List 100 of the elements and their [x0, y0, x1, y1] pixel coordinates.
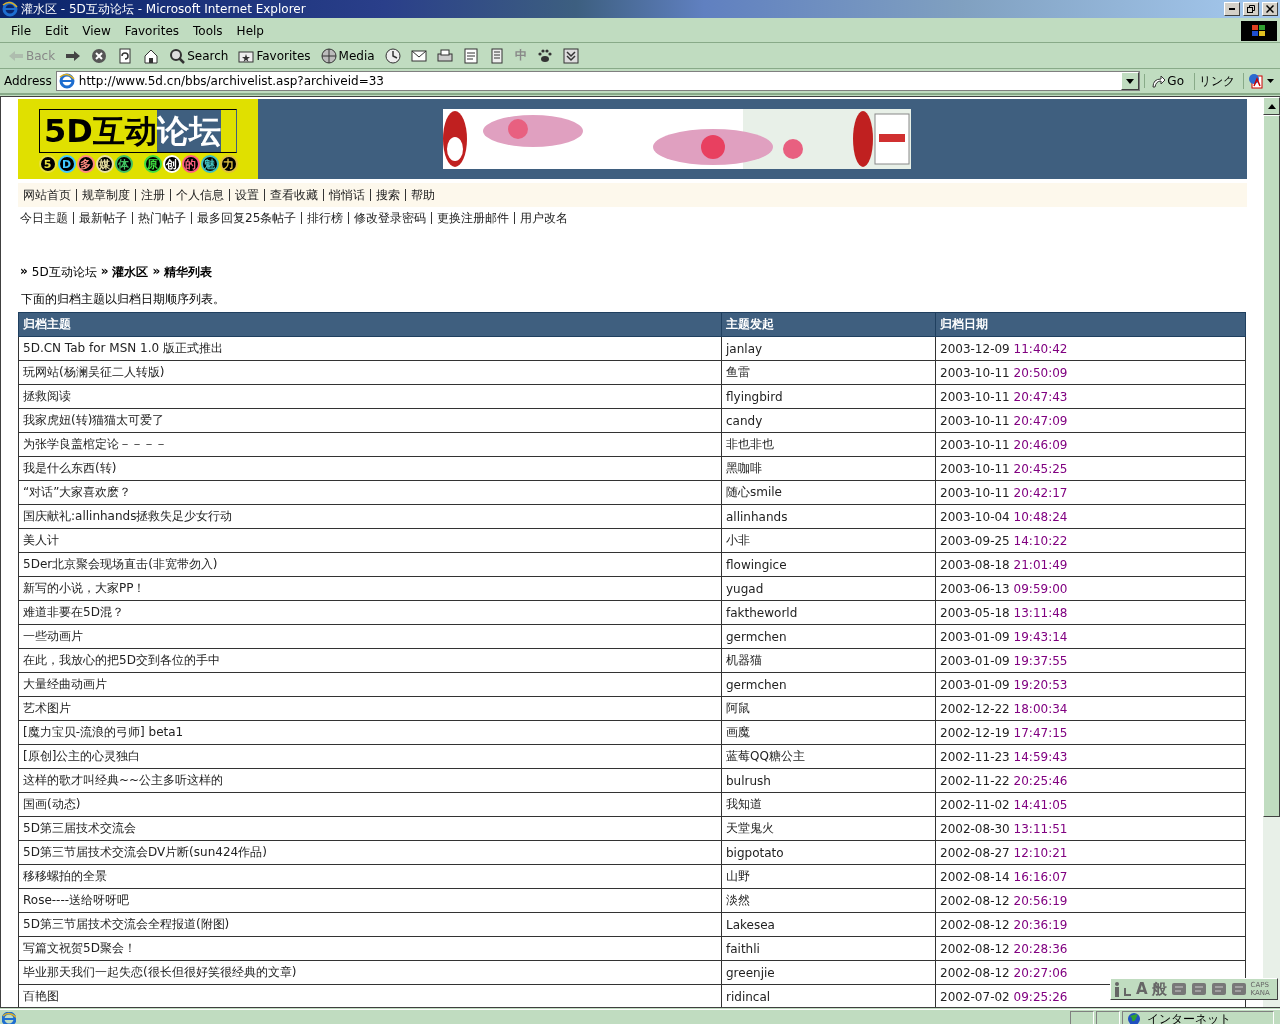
nav-link[interactable]: 个人信息: [170, 189, 229, 201]
author-link[interactable]: 画魔: [721, 720, 936, 745]
author-link[interactable]: faktheworld: [721, 600, 936, 625]
author-link[interactable]: 天堂鬼火: [721, 816, 936, 841]
tool-icon[interactable]: [1190, 981, 1207, 997]
breadcrumb-link[interactable]: 灌水区: [112, 264, 149, 281]
author-link[interactable]: candy: [721, 408, 936, 433]
author-link[interactable]: germchen: [721, 672, 936, 697]
topic-link[interactable]: 一些动画片: [18, 624, 722, 649]
author-link[interactable]: flyingbird: [721, 384, 936, 409]
menu-item[interactable]: View: [75, 24, 118, 38]
author-link[interactable]: 鱼雷: [721, 360, 936, 385]
topic-link[interactable]: 5D.CN Tab for MSN 1.0 版正式推出: [18, 336, 722, 361]
topic-link[interactable]: 毕业那天我们一起失恋(很长但很好笑很经典的文章): [18, 960, 722, 985]
go-button[interactable]: Go: [1144, 74, 1190, 88]
author-link[interactable]: 随心smile: [721, 480, 936, 505]
topic-link[interactable]: 百艳图: [18, 984, 722, 1007]
nav-link[interactable]: 排行榜: [301, 212, 349, 224]
menu-item[interactable]: Tools: [186, 24, 230, 38]
topic-link[interactable]: “对话”大家喜欢麽？: [18, 480, 722, 505]
topic-link[interactable]: 新写的小说，大家PP！: [18, 576, 722, 601]
author-link[interactable]: 小非: [721, 528, 936, 553]
author-link[interactable]: allinhands: [721, 504, 936, 529]
author-link[interactable]: flowingice: [721, 552, 936, 577]
author-link[interactable]: germchen: [721, 624, 936, 649]
nav-link[interactable]: 最多回复25条帖子: [191, 212, 302, 224]
topic-link[interactable]: 这样的歌才叫经典~~公主多听这样的: [18, 768, 722, 793]
author-link[interactable]: greenjie: [721, 960, 936, 985]
topic-link[interactable]: 艺术图片: [18, 696, 722, 721]
nav-link[interactable]: 更换注册邮件: [431, 212, 515, 224]
nav-link[interactable]: 规章制度: [76, 189, 135, 201]
author-link[interactable]: 黑咖啡: [721, 456, 936, 481]
breadcrumb-link[interactable]: 5D互动论坛: [31, 264, 97, 281]
search-button[interactable]: Search: [167, 47, 231, 64]
topic-link[interactable]: 美人计: [18, 528, 722, 553]
menu-item[interactable]: File: [4, 24, 39, 38]
author-link[interactable]: 淡然: [721, 888, 936, 913]
author-link[interactable]: 蓝莓QQ糖公主: [721, 744, 936, 769]
topic-link[interactable]: 5D第三节届技术交流会全程报道(附图): [18, 912, 722, 937]
nav-link[interactable]: 热门帖子: [132, 212, 191, 224]
topic-link[interactable]: 国庆献礼:allinhands拯救失足少女行动: [18, 504, 722, 529]
topic-link[interactable]: Rose----送给呀呀吧: [18, 888, 722, 913]
up-arrow-icon[interactable]: [1267, 103, 1276, 109]
minimize-button[interactable]: [1224, 2, 1240, 16]
nav-link[interactable]: 修改登录密码: [348, 212, 432, 224]
author-link[interactable]: 阿鼠: [721, 696, 936, 721]
links-button[interactable]: リンク: [1194, 72, 1239, 90]
nav-link[interactable]: 设置: [229, 189, 264, 201]
mail-button[interactable]: [408, 47, 429, 64]
dropdown-button[interactable]: [1121, 72, 1140, 90]
author-link[interactable]: faithli: [721, 936, 936, 961]
topic-link[interactable]: 我家虎妞(转)猫猫太可爱了: [18, 408, 722, 433]
topic-link[interactable]: 我是什么东西(转): [18, 456, 722, 481]
author-link[interactable]: janlay: [721, 336, 936, 361]
author-link[interactable]: 我知道: [721, 792, 936, 817]
favorites-button[interactable]: Favorites: [236, 47, 313, 64]
nav-link[interactable]: 今日主题: [19, 212, 73, 224]
menu-item[interactable]: Help: [229, 24, 271, 38]
topic-link[interactable]: 拯救阅读: [18, 384, 722, 409]
nav-link[interactable]: 搜索: [370, 189, 405, 201]
topic-link[interactable]: [魔力宝贝-流浪的弓师] beta1: [18, 720, 722, 745]
address-field[interactable]: http://www.5d.cn/bbs/archivelist.asp?archiveid=33: [55, 71, 1141, 91]
down-button[interactable]: [560, 47, 581, 64]
topic-link[interactable]: 国画(动态): [18, 792, 722, 817]
history-button[interactable]: [382, 47, 403, 64]
topic-link[interactable]: 移移螺拍的全景: [18, 864, 722, 889]
menu-item[interactable]: Favorites: [117, 24, 187, 38]
print-button[interactable]: [434, 47, 455, 64]
dictionary-icon[interactable]: [1210, 981, 1227, 997]
topic-link[interactable]: 为张学良盖棺定论－－－－: [18, 432, 722, 457]
topic-link[interactable]: 5Der北京聚会现场直击(非宽带勿入): [18, 552, 722, 577]
topic-link[interactable]: 在此，我放心的把5D交到各位的手中: [18, 648, 722, 673]
author-link[interactable]: 非也非也: [721, 432, 936, 457]
media-button[interactable]: Media: [318, 47, 377, 64]
topic-link[interactable]: 玩网站(杨澜吴征二人转版): [18, 360, 722, 385]
author-link[interactable]: yugad: [721, 576, 936, 601]
topic-link[interactable]: 写篇文祝贺5D聚会！: [18, 936, 722, 961]
topic-link[interactable]: 难道非要在5D混？: [18, 600, 722, 625]
breadcrumb-link[interactable]: 精华列表: [164, 264, 213, 281]
nav-link[interactable]: 最新帖子: [73, 212, 132, 224]
topic-link[interactable]: 大量经曲动画片: [18, 672, 722, 697]
author-link[interactable]: bigpotato: [721, 840, 936, 865]
restore-button[interactable]: [1243, 2, 1259, 16]
nav-link[interactable]: 网站首页: [22, 189, 76, 201]
menu-item[interactable]: Edit: [38, 24, 76, 38]
topic-link[interactable]: [原创]公主的心灵独白: [18, 744, 722, 769]
author-link[interactable]: 机器猫: [721, 648, 936, 673]
nav-link[interactable]: 悄悄话: [323, 189, 370, 201]
close-button[interactable]: [1262, 2, 1278, 16]
topic-link[interactable]: 5D第三节届技术交流会DV片断(sun424作品): [18, 840, 722, 865]
nav-link[interactable]: 查看收藏: [264, 189, 323, 201]
author-link[interactable]: bulrush: [721, 768, 936, 793]
pad-icon[interactable]: [1170, 981, 1187, 997]
scroll-thumb[interactable]: [1263, 115, 1280, 817]
nav-link[interactable]: 帮助: [405, 189, 440, 201]
topic-link[interactable]: 5D第三届技术交流会: [18, 816, 722, 841]
nav-link[interactable]: 用户改名: [514, 212, 574, 224]
nav-link[interactable]: 注册: [135, 189, 170, 201]
author-link[interactable]: 山野: [721, 864, 936, 889]
author-link[interactable]: Lakesea: [721, 912, 936, 937]
